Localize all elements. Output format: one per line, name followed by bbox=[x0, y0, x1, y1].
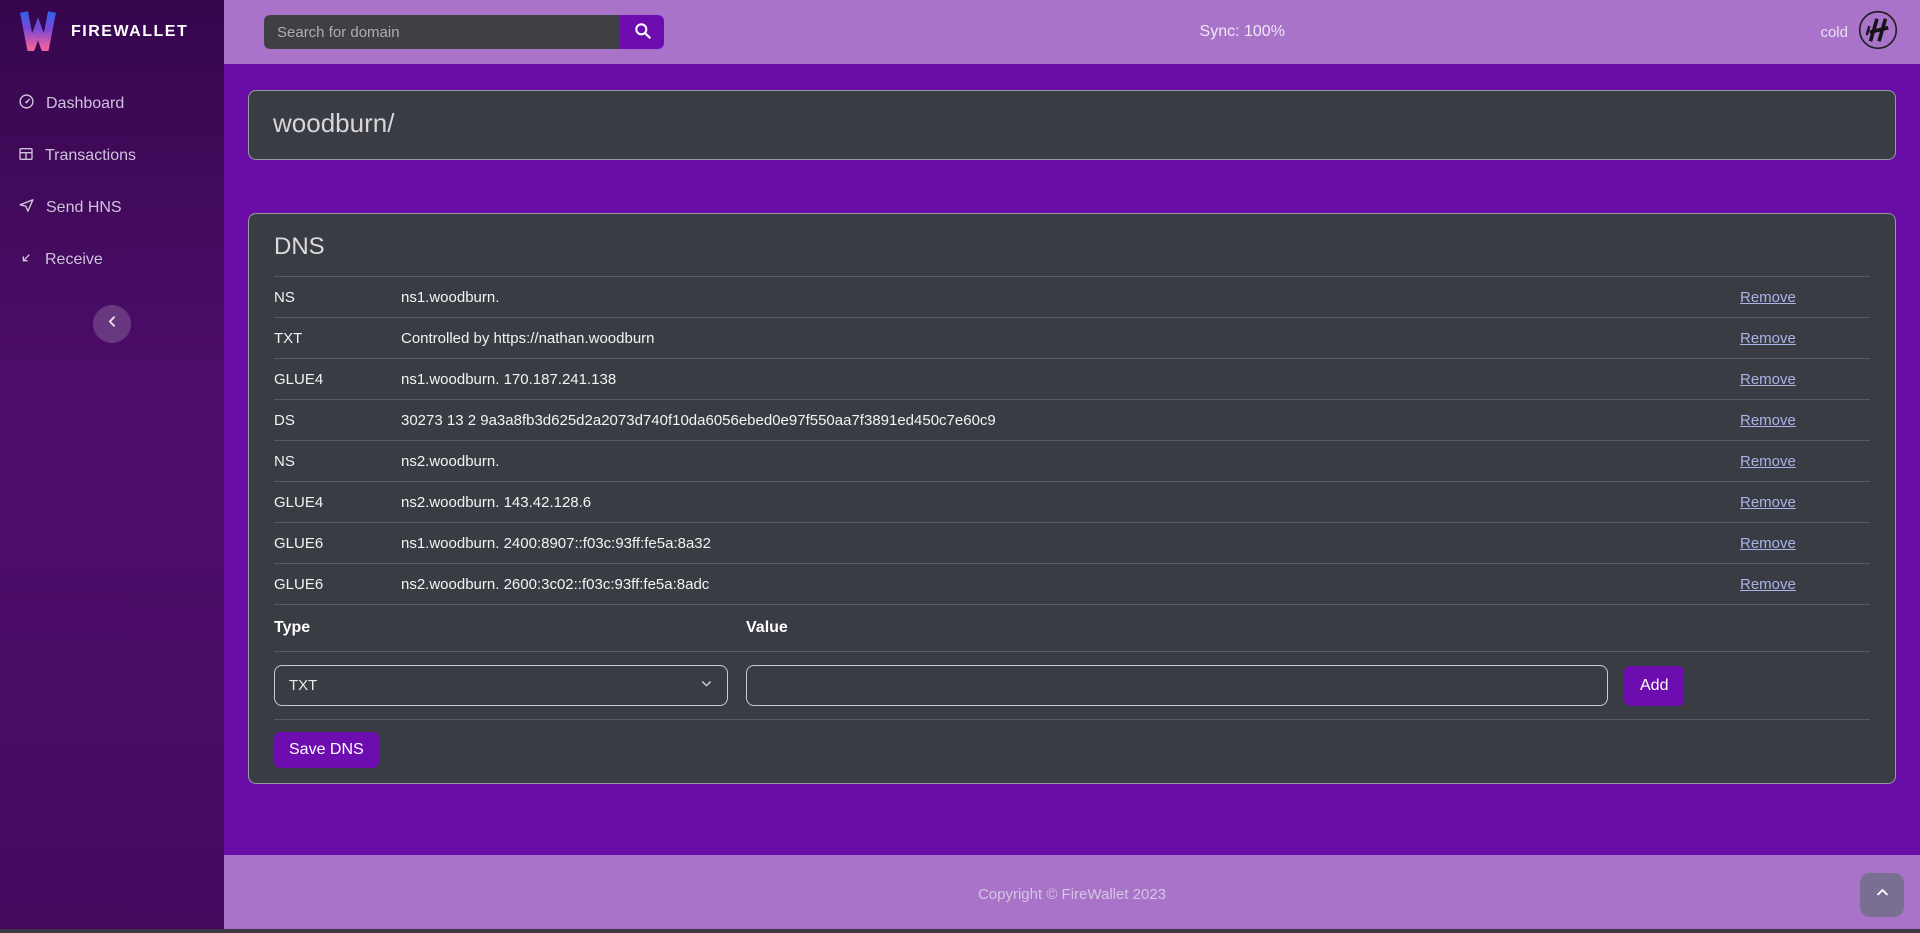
remove-record-link[interactable]: Remove bbox=[1740, 535, 1796, 552]
topbar: Sync: 100% cold bbox=[224, 0, 1920, 64]
record-type: NS bbox=[274, 289, 401, 306]
dns-card-title: DNS bbox=[274, 233, 1870, 261]
brand[interactable]: FIREWALLET bbox=[0, 0, 224, 64]
dashboard-icon bbox=[18, 93, 35, 115]
record-value: Controlled by https://nathan.woodburn bbox=[401, 330, 1740, 347]
receive-icon bbox=[18, 250, 34, 271]
remove-record-link[interactable]: Remove bbox=[1740, 412, 1796, 429]
brand-name: FIREWALLET bbox=[71, 23, 188, 41]
record-value: ns1.woodburn. 170.187.241.138 bbox=[401, 371, 1740, 388]
sidebar-nav: Dashboard Transactions Send HNS Receive bbox=[0, 78, 224, 286]
record-value: ns2.woodburn. bbox=[401, 453, 1740, 470]
sidebar-collapse-button[interactable] bbox=[93, 305, 131, 343]
dns-record-row: GLUE4 ns2.woodburn. 143.42.128.6 Remove bbox=[274, 481, 1870, 522]
dns-record-row: DS 30273 13 2 9a3a8fb3d625d2a2073d740f10… bbox=[274, 399, 1870, 440]
footer: Copyright © FireWallet 2023 bbox=[224, 855, 1920, 933]
remove-record-link[interactable]: Remove bbox=[1740, 494, 1796, 511]
remove-record-link[interactable]: Remove bbox=[1740, 289, 1796, 306]
search-input[interactable] bbox=[264, 15, 620, 49]
send-icon bbox=[18, 197, 35, 219]
dns-record-row: GLUE6 ns2.woodburn. 2600:3c02::f03c:93ff… bbox=[274, 563, 1870, 604]
remove-record-link[interactable]: Remove bbox=[1740, 453, 1796, 470]
search-icon bbox=[633, 21, 652, 43]
firewallet-app: FIREWALLET Dashboard Transactions Send H… bbox=[0, 0, 1920, 933]
wallet-status-group: cold bbox=[1820, 10, 1898, 55]
sidebar: FIREWALLET Dashboard Transactions Send H… bbox=[0, 0, 224, 933]
add-record-button[interactable]: Add bbox=[1624, 666, 1684, 706]
sidebar-item-transactions[interactable]: Transactions bbox=[0, 130, 224, 182]
handshake-logo-icon[interactable] bbox=[1858, 10, 1898, 55]
record-type-selected: TXT bbox=[289, 677, 317, 694]
remove-record-link[interactable]: Remove bbox=[1740, 330, 1796, 347]
record-value: ns2.woodburn. 2600:3c02::f03c:93ff:fe5a:… bbox=[401, 576, 1740, 593]
dns-record-row: NS ns2.woodburn. Remove bbox=[274, 440, 1870, 481]
dns-record-row: GLUE6 ns1.woodburn. 2400:8907::f03c:93ff… bbox=[274, 522, 1870, 563]
record-type-select[interactable]: TXT bbox=[274, 665, 728, 706]
record-value: ns2.woodburn. 143.42.128.6 bbox=[401, 494, 1740, 511]
dns-card: DNS NS ns1.woodburn. Remove TXT Controll… bbox=[248, 213, 1896, 784]
remove-record-link[interactable]: Remove bbox=[1740, 371, 1796, 388]
search-button[interactable] bbox=[620, 15, 664, 49]
domain-search bbox=[264, 15, 664, 49]
sidebar-item-send-hns[interactable]: Send HNS bbox=[0, 182, 224, 234]
chevron-up-icon bbox=[1875, 885, 1890, 905]
add-record-header: Type Value bbox=[274, 605, 1870, 652]
record-value: ns1.woodburn. 2400:8907::f03c:93ff:fe5a:… bbox=[401, 535, 1740, 552]
record-type: GLUE4 bbox=[274, 494, 401, 511]
domain-title: woodburn/ bbox=[273, 108, 1871, 139]
sidebar-item-label: Receive bbox=[45, 251, 103, 269]
scroll-to-top-button[interactable] bbox=[1860, 873, 1904, 917]
dns-record-row: TXT Controlled by https://nathan.woodbur… bbox=[274, 317, 1870, 358]
remove-record-link[interactable]: Remove bbox=[1740, 576, 1796, 593]
sidebar-item-label: Dashboard bbox=[46, 95, 124, 113]
dns-record-row: GLUE4 ns1.woodburn. 170.187.241.138 Remo… bbox=[274, 358, 1870, 399]
record-type: NS bbox=[274, 453, 401, 470]
dns-records-table: NS ns1.woodburn. Remove TXT Controlled b… bbox=[274, 276, 1870, 605]
record-type: DS bbox=[274, 412, 401, 429]
record-value-input[interactable] bbox=[746, 665, 1608, 706]
value-column-header: Value bbox=[746, 619, 1870, 637]
sidebar-item-label: Transactions bbox=[45, 147, 136, 165]
sync-status: Sync: 100% bbox=[1200, 23, 1285, 41]
record-type: GLUE6 bbox=[274, 576, 401, 593]
copyright-text: Copyright © FireWallet 2023 bbox=[978, 886, 1166, 903]
main-content: woodburn/ DNS NS ns1.woodburn. Remove TX… bbox=[224, 64, 1920, 855]
sidebar-item-dashboard[interactable]: Dashboard bbox=[0, 78, 224, 130]
dns-record-row: NS ns1.woodburn. Remove bbox=[274, 276, 1870, 317]
type-column-header: Type bbox=[274, 619, 746, 637]
record-value: 30273 13 2 9a3a8fb3d625d2a2073d740f10da6… bbox=[401, 412, 1740, 429]
chevron-down-icon bbox=[700, 677, 713, 694]
transactions-icon bbox=[18, 146, 34, 167]
record-type: GLUE4 bbox=[274, 371, 401, 388]
domain-card: woodburn/ bbox=[248, 90, 1896, 160]
firewallet-logo-icon bbox=[18, 9, 58, 56]
record-value: ns1.woodburn. bbox=[401, 289, 1740, 306]
sidebar-item-receive[interactable]: Receive bbox=[0, 234, 224, 286]
wallet-mode-label: cold bbox=[1820, 24, 1848, 41]
add-record-form: TXT Add bbox=[274, 652, 1870, 720]
record-type: GLUE6 bbox=[274, 535, 401, 552]
sidebar-item-label: Send HNS bbox=[46, 199, 122, 217]
save-dns-button[interactable]: Save DNS bbox=[274, 732, 379, 768]
record-type: TXT bbox=[274, 330, 401, 347]
chevron-left-icon bbox=[106, 315, 119, 333]
window-bottom-edge bbox=[0, 929, 1920, 933]
